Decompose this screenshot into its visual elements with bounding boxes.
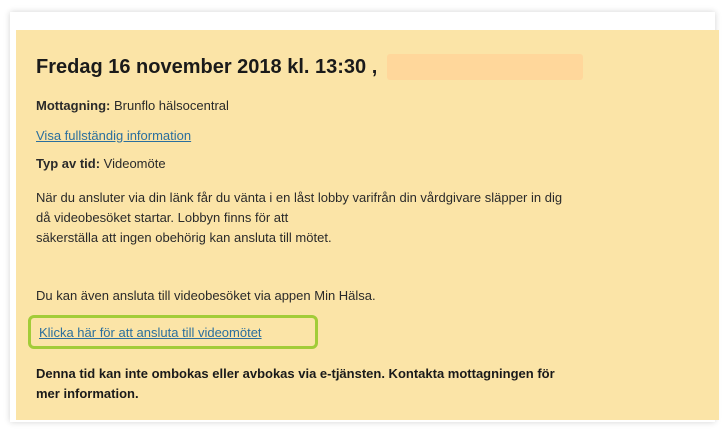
appointment-datetime: Fredag 16 november 2018 kl. 13:30 , bbox=[36, 55, 378, 78]
screenshot-frame: Fredag 16 november 2018 kl. 13:30 , Mott… bbox=[0, 0, 723, 434]
description-line: säkerställa att ingen obehörig kan anslu… bbox=[36, 230, 332, 245]
app-note: Du kan även ansluta till videobesöket vi… bbox=[36, 288, 376, 303]
appointment-card: Fredag 16 november 2018 kl. 13:30 , Mott… bbox=[16, 30, 719, 420]
type-label: Typ av tid: bbox=[36, 156, 101, 171]
notice-line: mer information. bbox=[36, 386, 139, 401]
join-link-highlight: Klicka här för att ansluta till videomöt… bbox=[28, 315, 318, 349]
join-video-meeting-link[interactable]: Klicka här för att ansluta till videomöt… bbox=[39, 325, 262, 340]
info-link-row: Visa fullständig information bbox=[36, 128, 191, 143]
full-information-link[interactable]: Visa fullständig information bbox=[36, 128, 191, 143]
type-value: Videomöte bbox=[103, 156, 166, 171]
lobby-description: När du ansluter via din länk får du vänt… bbox=[36, 188, 708, 248]
type-row: Typ av tid: Videomöte bbox=[36, 156, 166, 171]
clinic-value: Brunflo hälsocentral bbox=[114, 98, 229, 113]
redacted-name-block bbox=[387, 54, 584, 80]
notice-line: Denna tid kan inte ombokas eller avbokas… bbox=[36, 366, 555, 381]
clinic-row: Mottagning: Brunflo hälsocentral bbox=[36, 98, 229, 113]
appointment-header: Fredag 16 november 2018 kl. 13:30 , bbox=[36, 54, 584, 80]
description-line: då videobesöket startar. Lobbyn finns fö… bbox=[36, 210, 289, 225]
description-line: När du ansluter via din länk får du vänt… bbox=[36, 190, 563, 205]
clinic-label: Mottagning: bbox=[36, 98, 111, 113]
rebooking-notice: Denna tid kan inte ombokas eller avbokas… bbox=[36, 364, 706, 404]
